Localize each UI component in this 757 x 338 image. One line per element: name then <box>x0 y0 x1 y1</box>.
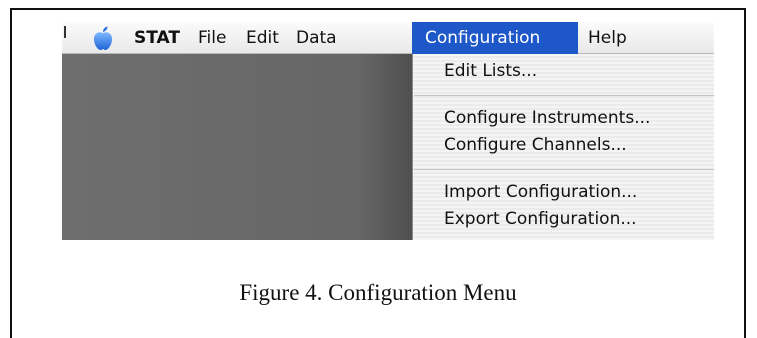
configuration-dropdown-menu: Edit Lists... Configure Instruments... C… <box>412 54 714 240</box>
apple-logo-icon <box>94 26 112 50</box>
window-edge-mark <box>64 26 66 38</box>
apple-menu[interactable] <box>88 22 118 54</box>
menu-item-import-configuration[interactable]: Import Configuration... <box>444 180 637 204</box>
menu-item-edit-lists[interactable]: Edit Lists... <box>444 59 537 83</box>
menu-data[interactable]: Data <box>288 22 345 54</box>
figure-caption: Figure 4. Configuration Menu <box>239 280 517 305</box>
menu-configuration[interactable]: Configuration <box>412 22 578 54</box>
menu-item-export-configuration[interactable]: Export Configuration... <box>444 207 637 231</box>
desktop-background <box>62 54 412 240</box>
menu-bar: STAT File Edit Data Configuration Help <box>62 22 714 54</box>
menu-stat[interactable]: STAT <box>126 22 188 54</box>
menu-file[interactable]: File <box>190 22 234 54</box>
screenshot: STAT File Edit Data Configuration Help E… <box>62 22 714 240</box>
menu-edit[interactable]: Edit <box>238 22 287 54</box>
menu-separator <box>414 95 714 96</box>
menu-separator <box>414 169 714 170</box>
menu-item-configure-instruments[interactable]: Configure Instruments... <box>444 106 650 130</box>
menu-help[interactable]: Help <box>580 22 635 54</box>
menu-item-configure-channels[interactable]: Configure Channels... <box>444 133 627 157</box>
